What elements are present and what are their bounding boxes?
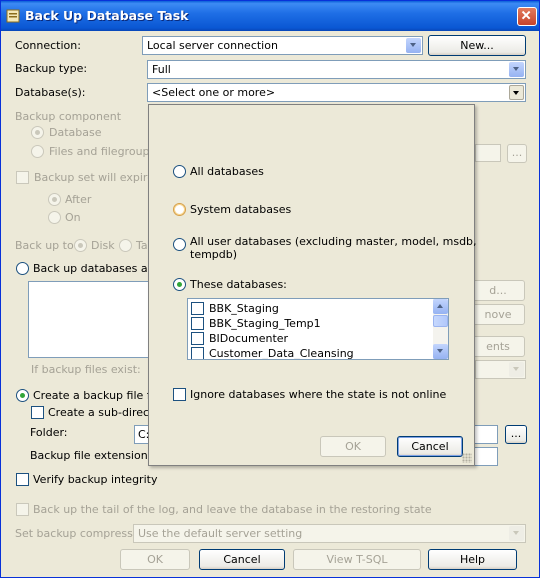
chevron-down-icon[interactable] xyxy=(509,362,524,377)
window-title: Back Up Database Task xyxy=(25,8,189,23)
ok-button[interactable]: OK xyxy=(120,549,190,570)
close-button[interactable] xyxy=(517,7,537,26)
scroll-down-icon[interactable] xyxy=(433,344,448,359)
scroll-up-icon[interactable] xyxy=(433,299,448,314)
popup-cancel-button[interactable]: Cancel xyxy=(397,436,463,457)
compression-value: Use the default server setting xyxy=(138,527,303,540)
scroll-thumb[interactable] xyxy=(433,315,448,327)
resize-grip-icon[interactable] xyxy=(462,453,472,463)
expire-after-label: After xyxy=(65,193,92,206)
expire-on-radio[interactable] xyxy=(48,211,61,224)
backup-to-label: Back up to: xyxy=(15,239,78,252)
list-item-label: Customer_Data_Cleansing xyxy=(209,347,354,360)
backup-files-list[interactable] xyxy=(28,281,150,358)
list-item-checkbox[interactable] xyxy=(191,332,204,345)
compression-select[interactable]: Use the default server setting xyxy=(133,524,526,543)
ignore-offline-checkbox[interactable] xyxy=(173,388,186,401)
backup-to-tape-label: Ta xyxy=(136,239,148,252)
tail-log-checkbox[interactable] xyxy=(16,503,29,516)
list-item-label: BBK_Staging xyxy=(209,302,279,315)
databases-list[interactable]: BBK_Staging BBK_Staging_Temp1 BIDocument… xyxy=(187,298,449,360)
extension-label: Backup file extension: xyxy=(30,449,152,462)
database-selection-popup: All databases System databases All user … xyxy=(148,104,477,466)
connection-label: Connection: xyxy=(15,39,81,52)
verify-label: Verify backup integrity xyxy=(33,473,158,486)
backup-to-tape-radio[interactable] xyxy=(119,239,132,252)
backup-component-label: Backup component xyxy=(15,110,122,123)
connection-select[interactable]: Local server connection xyxy=(142,36,423,55)
add-button[interactable]: d... xyxy=(471,280,525,301)
remove-button[interactable]: nove xyxy=(471,304,525,325)
these-databases-label: These databases: xyxy=(190,278,287,291)
help-button[interactable]: Help xyxy=(428,549,517,570)
database-task-icon xyxy=(6,9,20,23)
system-databases-label: System databases xyxy=(190,203,292,216)
popup-ok-button[interactable]: OK xyxy=(320,436,386,457)
these-databases-radio[interactable] xyxy=(173,278,186,291)
list-item-checkbox[interactable] xyxy=(191,317,204,330)
backup-type-label: Backup type: xyxy=(15,62,88,75)
close-icon xyxy=(521,10,531,20)
databases-label: Database(s): xyxy=(15,86,86,99)
folder-label: Folder: xyxy=(30,426,68,439)
ignore-offline-label: Ignore databases where the state is not … xyxy=(190,388,447,401)
cancel-button[interactable]: Cancel xyxy=(199,549,285,570)
list-item-label: BBK_Staging_Temp1 xyxy=(209,317,321,330)
title-bar[interactable]: Back Up Database Task xyxy=(1,1,539,31)
tail-log-label: Back up the tail of the log, and leave t… xyxy=(33,503,432,516)
chevron-down-icon[interactable] xyxy=(406,38,421,53)
component-files-label: Files and filegroups: xyxy=(49,145,159,158)
list-item-checkbox[interactable] xyxy=(191,302,204,315)
chevron-down-icon[interactable] xyxy=(509,85,524,100)
user-databases-label-line1: All user databases (excluding master, mo… xyxy=(190,235,477,248)
contents-button[interactable]: ents xyxy=(471,336,525,357)
expire-after-radio[interactable] xyxy=(48,193,61,206)
all-databases-label: All databases xyxy=(190,165,264,178)
backup-to-disk-radio[interactable] xyxy=(74,239,87,252)
component-database-radio[interactable] xyxy=(31,126,44,139)
backup-type-select[interactable]: Full xyxy=(147,60,526,79)
create-subdir-checkbox[interactable] xyxy=(31,406,44,419)
extension-field[interactable] xyxy=(474,447,498,466)
list-item-label: BIDocumenter xyxy=(209,332,289,345)
user-databases-radio[interactable] xyxy=(173,238,186,251)
if-exists-label: If backup files exist: xyxy=(31,363,141,376)
connection-value: Local server connection xyxy=(147,39,278,52)
back-up-database-task-window: Back Up Database Task Connection: Local … xyxy=(0,0,540,578)
new-connection-button[interactable]: New... xyxy=(428,35,526,56)
chevron-down-icon[interactable] xyxy=(509,526,524,541)
backup-expire-checkbox[interactable] xyxy=(16,171,29,184)
backup-type-value: Full xyxy=(152,63,171,76)
list-scrollbar[interactable] xyxy=(433,299,448,359)
files-browse-button[interactable]: ... xyxy=(507,144,527,163)
expire-on-label: On xyxy=(65,211,81,224)
databases-value: <Select one or more> xyxy=(152,86,276,99)
folder-browse-button[interactable]: ... xyxy=(505,425,527,444)
list-item-checkbox[interactable] xyxy=(191,347,204,359)
component-files-radio[interactable] xyxy=(31,145,44,158)
system-databases-radio[interactable] xyxy=(173,203,186,216)
view-tsql-button[interactable]: View T-SQL xyxy=(293,549,421,570)
all-databases-radio[interactable] xyxy=(173,165,186,178)
component-database-label: Database xyxy=(49,126,102,139)
backup-across-radio[interactable] xyxy=(16,262,29,275)
backup-to-disk-label: Disk xyxy=(91,239,115,252)
user-databases-label-line2: tempdb) xyxy=(190,248,238,261)
files-filegroups-field xyxy=(475,144,501,162)
verify-checkbox[interactable] xyxy=(16,473,29,486)
create-file-radio[interactable] xyxy=(16,389,29,402)
if-exists-select[interactable] xyxy=(475,360,526,379)
backup-expire-label: Backup set will expire: xyxy=(34,171,158,184)
databases-select[interactable]: <Select one or more> xyxy=(147,83,526,102)
chevron-down-icon[interactable] xyxy=(509,62,524,77)
